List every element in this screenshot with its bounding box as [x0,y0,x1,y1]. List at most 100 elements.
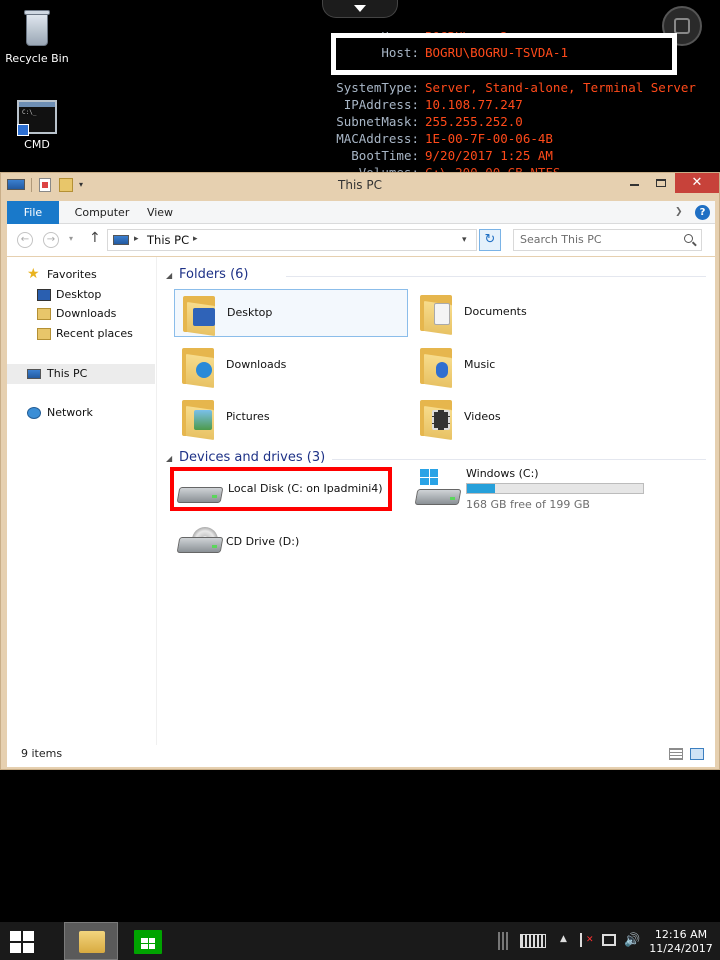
sidebar-item-downloads[interactable]: Downloads [7,304,155,324]
sidebar-item-network[interactable]: Network [7,403,155,423]
address-dropdown-icon[interactable]: ▾ [462,235,467,245]
folder-tile-music[interactable]: Music [412,342,646,390]
tab-file[interactable]: File [7,201,59,224]
up-arrow-icon[interactable]: ↑ [89,230,101,246]
chevron-right-icon[interactable]: ▸ [193,234,198,244]
videos-folder-icon [420,398,454,440]
ribbon-tabs: File Computer View ❯ ? [7,201,715,224]
recycle-bin-icon [20,6,54,48]
status-bar: 9 items [7,745,715,767]
drive-tile-cd[interactable]: CD Drive (D:) [174,521,394,569]
recent-places-icon [37,328,51,340]
folder-tile-pictures[interactable]: Pictures [174,394,408,442]
taskbar: ▲ 🔊 12:16 AM 11/24/2017 [0,922,720,960]
file-explorer-icon [79,931,105,953]
tiles-view-icon[interactable] [690,748,704,760]
downloads-folder-icon [182,346,216,388]
clock-time: 12:16 AM [654,928,708,941]
tray-grip-icon [498,932,510,950]
sidebar-item-recent-places[interactable]: Recent places [7,324,155,344]
drive-usage-bar [466,483,644,494]
remote-session-pull-tab[interactable] [322,0,398,18]
sidebar-item-desktop[interactable]: Desktop [7,285,155,305]
item-count: 9 items [21,747,63,760]
folder-tile-desktop[interactable]: Desktop [174,289,408,337]
start-button[interactable] [10,931,34,953]
refresh-button[interactable]: ↻ [479,229,501,251]
drive-tile-local-disk[interactable]: Local Disk (C: on Ipadmini4) [170,467,392,511]
minimize-button[interactable] [621,173,647,193]
clock[interactable]: 12:16 AM 11/24/2017 [648,928,714,956]
bginfo-row: SystemType: Server, Stand-alone, Terminal… [336,80,696,95]
recycle-bin-desktop-icon[interactable]: Recycle Bin [2,6,72,65]
desktop-icon [37,289,51,301]
folder-tile-downloads[interactable]: Downloads [174,342,408,390]
action-center-flag-icon[interactable] [580,933,594,947]
chevron-right-icon[interactable]: ▸ [134,234,139,244]
maximize-button[interactable] [648,173,674,193]
address-path[interactable]: This PC [147,233,189,247]
back-button[interactable]: ← [17,232,33,248]
refresh-icon: ↻ [484,232,496,247]
forward-button[interactable]: → [43,232,59,248]
cmd-icon: C:\_ [17,100,57,136]
recycle-bin-label: Recycle Bin [5,52,69,65]
main-pane: ◢ Folders (6) Desktop Documents Downloads… [158,257,715,751]
close-button[interactable]: ✕ [675,173,719,193]
bginfo-row: MACAddress: 1E-00-7F-00-06-4B [336,131,553,146]
collapse-triangle-icon[interactable]: ◢ [166,454,179,463]
maximize-icon [656,178,666,187]
help-icon[interactable]: ? [695,205,710,220]
bginfo-row: IPAddress: 10.108.77.247 [343,97,523,112]
search-input[interactable] [520,233,670,246]
clock-date: 11/24/2017 [649,942,713,955]
network-tray-icon[interactable] [602,934,616,946]
show-hidden-icons-icon[interactable]: ▲ [560,934,567,944]
content-area: ★ Favorites Desktop Downloads Recent plac… [7,257,715,751]
folder-tile-videos[interactable]: Videos [412,394,646,442]
tab-view[interactable]: View [139,201,181,224]
drive-tile-windows[interactable]: Windows (C:) 168 GB free of 199 GB [412,465,672,521]
divider [286,276,706,277]
close-icon: ✕ [691,175,703,190]
search-box[interactable] [513,229,702,251]
store-icon [141,938,155,949]
taskbar-store-button[interactable] [134,930,162,954]
explorer-window: ▾ This PC ✕ File Computer View ❯ ? ← → ▾… [0,172,720,770]
recent-locations-dropdown-icon[interactable]: ▾ [69,234,73,243]
section-header-folders[interactable]: ◢ Folders (6) [166,267,706,285]
pictures-folder-icon [182,398,216,440]
sidebar-item-this-pc[interactable]: This PC [7,364,155,384]
tab-computer[interactable]: Computer [67,201,137,224]
bginfo-row: BootTime: 9/20/2017 1:25 AM [351,148,553,163]
expand-ribbon-icon[interactable]: ❯ [675,207,683,217]
host-key: Host: [381,45,419,60]
taskbar-file-explorer-button[interactable] [64,922,118,960]
window-title: This PC [338,178,382,192]
star-icon: ★ [27,266,40,282]
drive-usage-fill [467,484,496,493]
sidebar-item-favorites[interactable]: ★ Favorites [7,265,155,285]
shortcut-arrow-icon [17,124,29,136]
host-highlight-box: Host: BOGRU\BOGRU-TSVDA-1 [331,33,677,75]
address-bar[interactable]: ▸ This PC ▸ ▾ [107,229,477,251]
cd-drive-icon [176,527,224,555]
desktop-folder-icon [183,294,217,336]
title-bar[interactable]: ▾ This PC ✕ [1,173,719,199]
documents-folder-icon [420,293,454,335]
network-icon [27,407,41,419]
details-view-icon[interactable] [669,748,683,760]
touch-keyboard-icon[interactable] [520,934,546,948]
downloads-folder-icon [37,308,51,320]
windows-logo-icon [420,469,438,485]
this-pc-icon [113,235,129,245]
this-pc-icon [27,369,41,379]
search-icon[interactable] [684,234,693,243]
collapse-triangle-icon[interactable]: ◢ [166,271,179,280]
volume-icon[interactable]: 🔊 [624,933,640,948]
cmd-desktop-icon[interactable]: C:\_ CMD [2,100,72,151]
section-header-devices[interactable]: ◢ Devices and drives (3) [166,450,706,468]
folder-tile-documents[interactable]: Documents [412,289,646,337]
hard-drive-icon [176,477,224,505]
music-folder-icon [420,346,454,388]
